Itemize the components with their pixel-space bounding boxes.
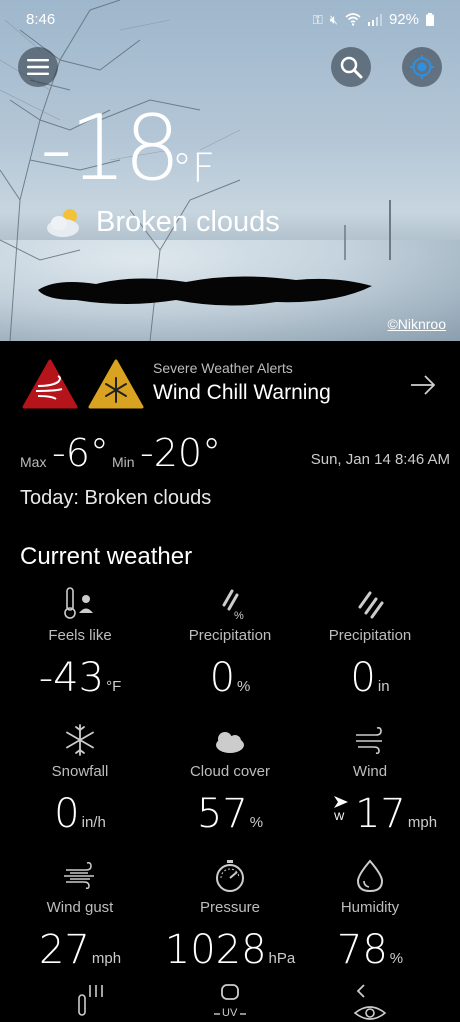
cloud-icon — [216, 732, 244, 753]
wifi-icon — [345, 13, 361, 26]
hero-background-photo: 8:46 ⚿ 🔇︎ 92% -18 °F Broken clouds ©Nikn… — [0, 0, 460, 341]
tile-pressure: Pressure 1028 hPa — [155, 857, 305, 973]
menu-button[interactable] — [18, 47, 58, 87]
tile-snowfall: Snowfall 0 in/h — [5, 721, 155, 837]
thermometer-person-icon — [64, 587, 93, 619]
min-label: Min — [112, 454, 135, 470]
status-bar: 8:46 ⚿ 🔇︎ 92% — [26, 8, 434, 32]
mute-icon: 🔇︎ — [329, 11, 338, 27]
wind-direction-indicator: W — [331, 791, 351, 825]
arrow-right-icon[interactable] — [410, 374, 436, 396]
tile-value: 78 — [336, 927, 388, 973]
uv-label: UV — [222, 1007, 238, 1019]
rain-thermometer-icon — [78, 985, 103, 1016]
tile-value: 27 — [38, 927, 90, 973]
signal-icon — [367, 13, 382, 26]
tile-label: Feels like — [48, 627, 112, 644]
tile-value: 17 — [354, 791, 406, 837]
tile-value: 0 — [54, 791, 80, 837]
min-temperature: -20° — [140, 431, 222, 475]
tile-label: Wind — [352, 763, 388, 780]
tile-label: Cloud cover — [189, 763, 271, 780]
wind-direction-arrow-icon — [333, 796, 348, 808]
max-temperature: -6° — [52, 431, 109, 475]
tile-value: 0 — [350, 655, 376, 701]
status-time: 8:46 — [26, 11, 56, 28]
tile-unit: mph — [91, 950, 122, 967]
tile-unit: mph — [407, 814, 438, 831]
wind-icon — [356, 727, 382, 755]
cold-warning-icon — [88, 359, 144, 409]
tile-humidity: Humidity 78% — [295, 857, 445, 973]
tile-label: Pressure — [199, 899, 261, 916]
tile-label: Humidity — [340, 899, 400, 916]
current-temperature: -18 — [40, 96, 181, 201]
tile-label: Wind gust — [46, 899, 114, 916]
wind-warning-icon — [22, 359, 78, 409]
search-icon — [340, 56, 363, 79]
observation-datetime: Sun, Jan 14 8:46 AM — [310, 451, 450, 468]
tile-unit: in/h — [81, 814, 106, 831]
tile-precipitation-amount: Precipitation 0 in — [295, 585, 445, 701]
severe-weather-alert[interactable]: Severe Weather Alerts Wind Chill Warning — [0, 355, 460, 425]
tile-value: -43 — [38, 655, 105, 701]
alert-subtitle: Severe Weather Alerts — [153, 360, 293, 376]
tile-wind-gust: Wind gust 27 mph — [5, 857, 155, 973]
visibility-eye-icon — [353, 984, 387, 1020]
snowflake-icon — [66, 724, 94, 756]
max-label: Max — [20, 454, 47, 470]
wind-direction-label: W — [333, 811, 345, 823]
partly-cloudy-icon — [47, 209, 79, 237]
alert-title: Wind Chill Warning — [153, 381, 331, 404]
tile-label: Precipitation — [328, 627, 412, 644]
temperature-unit: °F — [172, 146, 216, 192]
location-target-icon — [410, 55, 434, 79]
tile-feels-like: Feels like -43 °F — [5, 585, 155, 701]
hamburger-menu-icon — [27, 59, 49, 75]
section-title: Current weather — [20, 543, 193, 570]
today-summary: Today: Broken clouds — [20, 487, 212, 509]
tile-value: 57 — [196, 791, 248, 837]
tile-unit: in — [377, 678, 390, 695]
rain-icon — [358, 591, 384, 619]
tile-wind: Wind W 17 mph — [295, 721, 445, 837]
search-button[interactable] — [331, 47, 371, 87]
photo-credit-link[interactable]: ©Niknroo — [387, 316, 446, 332]
battery-percent: 92% — [388, 11, 419, 28]
wind-gust-icon — [64, 862, 94, 889]
tile-unit: °F — [106, 678, 122, 695]
rain-percent-icon: % — [222, 589, 244, 622]
tile-label: Snowfall — [51, 763, 109, 780]
current-condition: Broken clouds — [96, 206, 280, 238]
tile-unit: % — [389, 950, 404, 967]
tile-precipitation-chance: % Precipitation 0% — [155, 585, 305, 701]
redacted-location-scribble — [38, 276, 372, 306]
tile-value: 0 — [209, 655, 236, 701]
tile-label: Precipitation — [188, 627, 272, 644]
battery-icon — [426, 13, 434, 26]
tile-unit: % — [249, 814, 264, 831]
droplet-icon — [356, 859, 384, 893]
tile-value: 1028 — [164, 927, 267, 973]
tile-unit: hPa — [268, 950, 296, 967]
tile-unit: % — [237, 678, 251, 695]
tile-cloud-cover: Cloud cover 57% — [155, 721, 305, 837]
next-row-icons-partial: UV — [0, 983, 460, 1022]
svg-text:%: % — [234, 610, 244, 622]
gauge-icon — [216, 860, 244, 892]
max-min-row: Max -6° Min -20° Sun, Jan 14 8:46 AM — [20, 431, 450, 475]
key-icon: ⚿ — [312, 11, 323, 27]
location-button[interactable] — [402, 47, 442, 87]
